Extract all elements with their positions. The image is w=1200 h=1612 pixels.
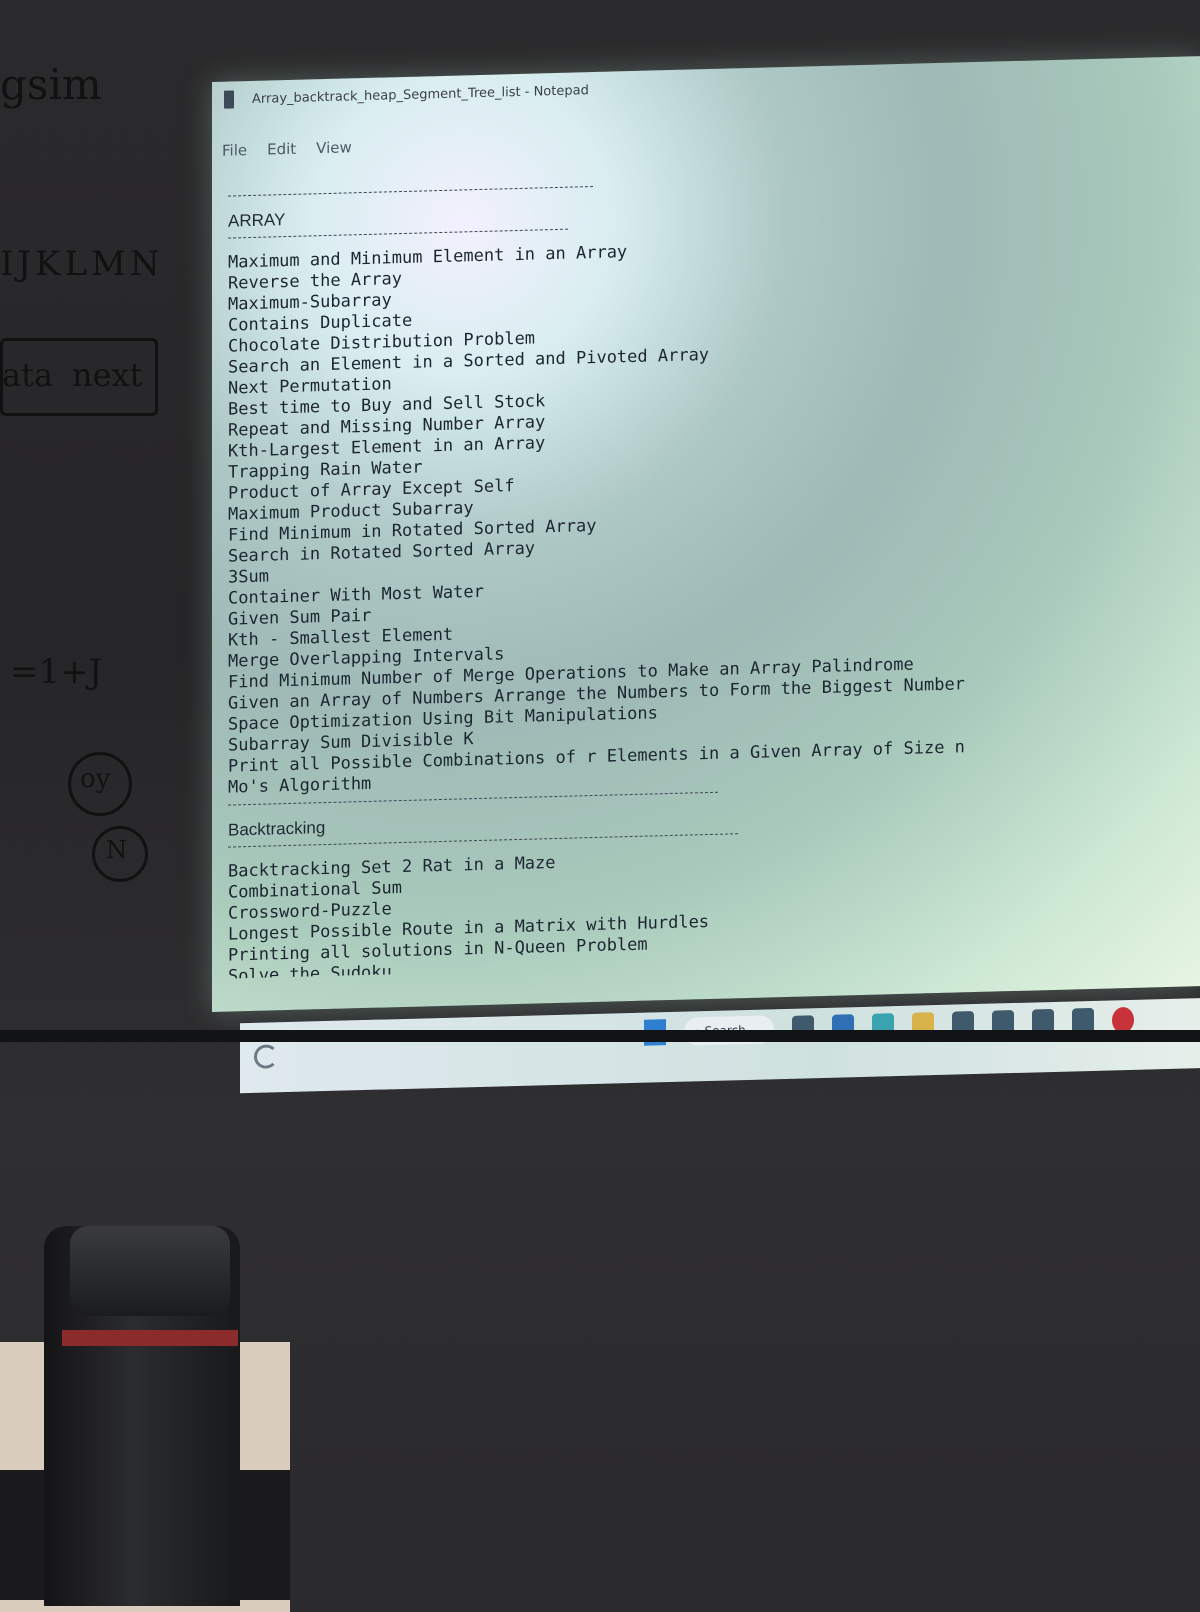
title-bar: Array_backtrack_heap_Segment_Tree_list -… xyxy=(212,56,1200,118)
bottle-band xyxy=(62,1330,238,1346)
taskbar: ⌕ Search xyxy=(240,997,1200,1094)
whiteboard-letters: IJKLMN xyxy=(0,244,164,284)
whiteboard-circle-1-text: oy xyxy=(80,764,111,794)
whiteboard-rail xyxy=(0,1030,1200,1042)
bottle-cap xyxy=(70,1226,230,1316)
menu-bar: File Edit View xyxy=(222,138,352,159)
whiteboard-formula: =1+J xyxy=(10,652,103,692)
menu-edit[interactable]: Edit xyxy=(267,140,296,159)
notepad-icon xyxy=(224,90,234,109)
divider xyxy=(228,228,568,247)
text-editor[interactable]: ARRAY Maximum and Minimum Element in an … xyxy=(228,166,1140,979)
notepad-window: Array_backtrack_heap_Segment_Tree_list -… xyxy=(212,56,1200,1013)
whiteboard-box-right: next xyxy=(72,356,143,394)
menu-view[interactable]: View xyxy=(316,138,352,157)
whiteboard-circle-2-text: N xyxy=(106,836,127,864)
projected-screen: Array_backtrack_heap_Segment_Tree_list -… xyxy=(212,36,1200,1122)
window-title: Array_backtrack_heap_Segment_Tree_list -… xyxy=(252,82,589,107)
whiteboard-box-left: ata xyxy=(2,356,54,394)
loading-icon xyxy=(254,1044,278,1069)
whiteboard-text-top: gsim xyxy=(0,60,102,109)
menu-file[interactable]: File xyxy=(222,141,247,160)
